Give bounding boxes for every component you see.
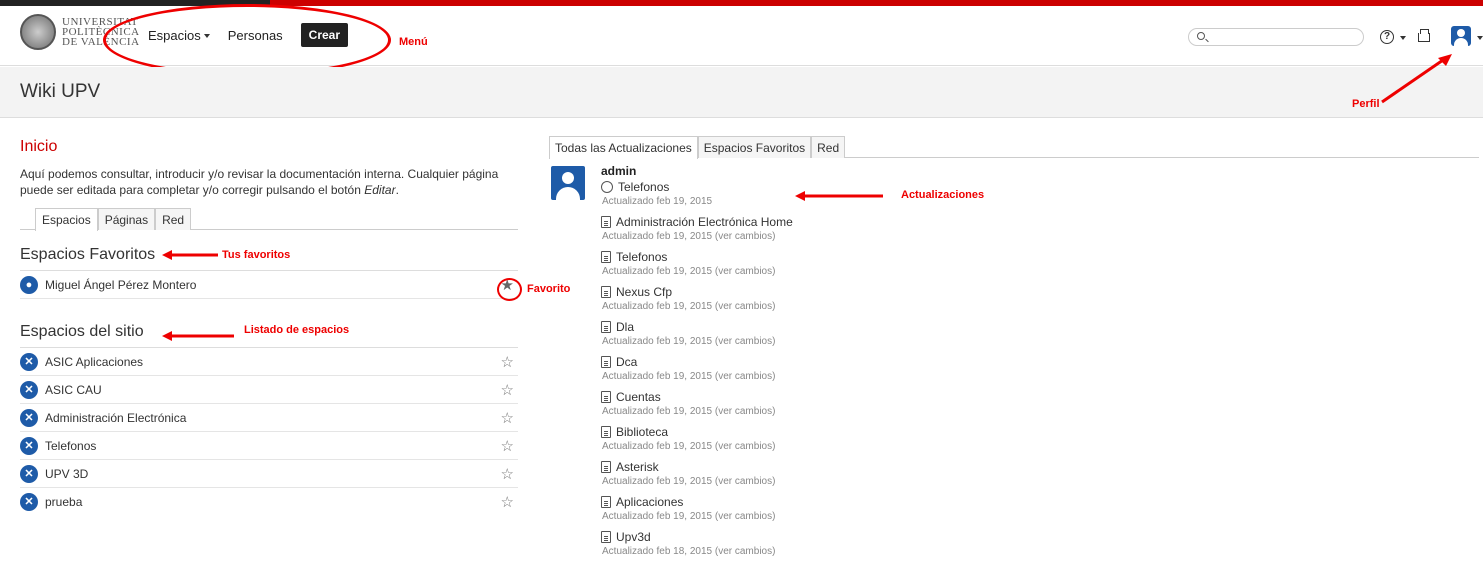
document-icon: [601, 321, 611, 333]
spaces-tabs: Espacios Páginas Red: [20, 208, 518, 231]
activity-entry[interactable]: Upv3d Actualizado feb 18, 2015 (ver cambi…: [601, 530, 793, 565]
page-title: Wiki UPV: [20, 81, 101, 102]
document-icon: [601, 461, 611, 473]
favorites-list: ● Miguel Ángel Pérez Montero ★: [20, 270, 518, 299]
user-avatar-icon[interactable]: [551, 166, 585, 200]
activity-entry[interactable]: Telefonos Actualizado feb 19, 2015: [601, 180, 793, 215]
list-item[interactable]: ✕ Telefonos ☆: [20, 432, 518, 460]
university-seal-icon: [20, 14, 56, 50]
inbox-tray-icon[interactable]: [1418, 29, 1430, 42]
tools-icon: ✕: [20, 408, 38, 427]
favoritos-annotation-arrow: [162, 250, 218, 260]
activity-tabs: Todas las Actualizaciones Espacios Favor…: [549, 136, 1479, 159]
list-item[interactable]: ✕ Administración Electrónica ☆: [20, 404, 518, 432]
listado-annotation-arrow: [162, 331, 234, 341]
help-icon[interactable]: ?: [1380, 30, 1394, 44]
home-doc-icon: [601, 216, 611, 228]
tus-favoritos-annotation: Tus favoritos: [222, 249, 291, 261]
tab-paginas[interactable]: Páginas: [97, 208, 156, 230]
activity-entry[interactable]: Asterisk Actualizado feb 19, 2015 (ver ca…: [601, 460, 793, 495]
list-item[interactable]: ✕ UPV 3D ☆: [20, 460, 518, 488]
activity-entry[interactable]: Aplicaciones Actualizado feb 19, 2015 (ve…: [601, 495, 793, 530]
activity-entry[interactable]: Dca Actualizado feb 19, 2015 (ver cambios…: [601, 355, 793, 390]
document-icon: [601, 356, 611, 368]
document-icon: [601, 391, 611, 403]
document-icon: [601, 426, 611, 438]
favorito-annotation-circle: [497, 278, 522, 301]
tools-icon: ✕: [20, 436, 38, 455]
search-input[interactable]: [1188, 28, 1364, 46]
star-outline-icon[interactable]: ☆: [501, 409, 514, 427]
activity-entries: Telefonos Actualizado feb 19, 2015 Admini…: [601, 180, 793, 565]
tab-red[interactable]: Red: [811, 136, 846, 158]
tools-icon: ✕: [20, 464, 38, 483]
tab-red[interactable]: Red: [155, 208, 192, 230]
tools-icon: ✕: [20, 352, 38, 371]
activity-entry[interactable]: Biblioteca Actualizado feb 19, 2015 (ver …: [601, 425, 793, 460]
list-item[interactable]: ✕ prueba ☆: [20, 488, 518, 516]
activity-entry[interactable]: Telefonos Actualizado feb 19, 2015 (ver c…: [601, 250, 793, 285]
activity-entry[interactable]: Administración Electrónica Home Actualiza…: [601, 215, 793, 250]
favorito-annotation: Favorito: [527, 283, 571, 295]
globe-icon: [601, 181, 613, 193]
menu-annotation: Menú: [399, 36, 428, 48]
tools-icon: ✕: [20, 380, 38, 399]
activity-entry[interactable]: Cuentas Actualizado feb 19, 2015 (ver cam…: [601, 390, 793, 425]
tab-espacios[interactable]: Espacios: [35, 208, 98, 231]
sites-list: ✕ ASIC Aplicaciones ☆ ✕ ASIC CAU ☆ ✕ Administ…: [20, 347, 518, 516]
home-intro: Aquí podemos consultar, introducir y/o r…: [20, 167, 499, 197]
star-outline-icon[interactable]: ☆: [501, 353, 514, 371]
tools-icon: ✕: [20, 493, 38, 511]
search-icon: [1197, 32, 1205, 40]
list-item[interactable]: ✕ ASIC Aplicaciones ☆: [20, 348, 518, 376]
perfil-annotation-arrow: [1381, 54, 1452, 104]
user-space-icon: ●: [20, 275, 38, 294]
menu-annotation-ellipse: [103, 4, 391, 76]
star-outline-icon[interactable]: ☆: [501, 493, 514, 511]
home-title: Inicio: [20, 138, 58, 155]
document-icon: [601, 286, 611, 298]
listado-annotation: Listado de espacios: [244, 324, 350, 336]
document-icon: [601, 531, 611, 543]
feed-user[interactable]: admin: [601, 164, 636, 178]
star-outline-icon[interactable]: ☆: [501, 381, 514, 399]
perfil-annotation: Perfil: [1352, 98, 1380, 110]
activity-entry[interactable]: Nexus Cfp Actualizado feb 19, 2015 (ver c…: [601, 285, 793, 320]
user-avatar-icon[interactable]: [1451, 26, 1471, 46]
star-outline-icon[interactable]: ☆: [501, 437, 514, 455]
actualizaciones-annotation-arrow: [795, 191, 883, 201]
list-item[interactable]: ● Miguel Ángel Pérez Montero ★: [20, 271, 518, 299]
activity-panel: Todas las Actualizaciones Espacios Favor…: [549, 136, 1479, 557]
star-outline-icon[interactable]: ☆: [501, 465, 514, 483]
page-title-bar: Wiki UPV: [0, 67, 1483, 118]
list-item[interactable]: ✕ ASIC CAU ☆: [20, 376, 518, 404]
document-icon: [601, 496, 611, 508]
actualizaciones-annotation: Actualizaciones: [901, 189, 985, 201]
activity-entry[interactable]: Dla Actualizado feb 19, 2015 (ver cambios…: [601, 320, 793, 355]
document-icon: [601, 251, 611, 263]
tab-espacios-favoritos[interactable]: Espacios Favoritos: [697, 136, 812, 158]
tab-todas-actualizaciones[interactable]: Todas las Actualizaciones: [549, 136, 698, 159]
chevron-down-icon[interactable]: [1477, 36, 1483, 40]
chevron-down-icon[interactable]: [1400, 36, 1406, 40]
